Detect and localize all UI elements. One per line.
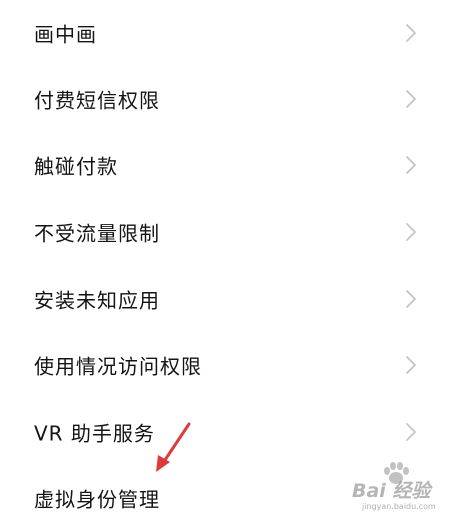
- watermark-url: jingyan.baidu.com: [362, 502, 436, 511]
- annotation-arrow-icon: [156, 422, 191, 472]
- watermark: Bai 经验 jingyan.baidu.com: [350, 462, 468, 519]
- watermark-brand: Bai 经验: [352, 480, 431, 502]
